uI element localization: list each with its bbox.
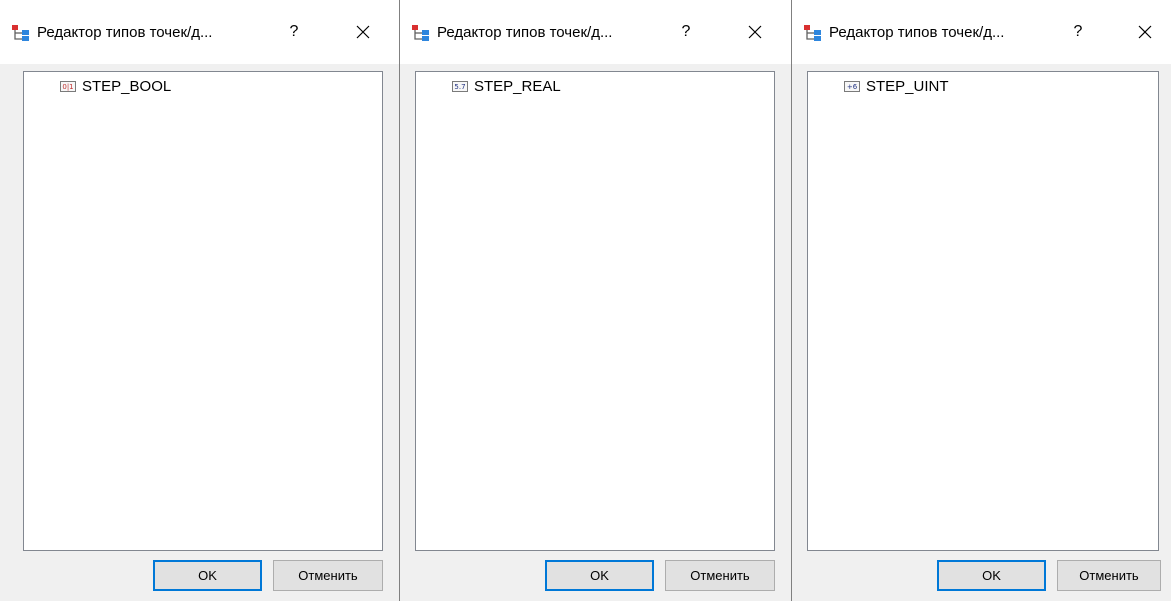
cancel-button[interactable]: Отменить [665,560,775,591]
tree-item-label: STEP_REAL [474,78,561,95]
dialog-uint: Редактор типов точек/д... ? +6 STEP_UINT… [792,0,1171,601]
dialog-real: Редактор типов точек/д... ? 5.7 STEP_REA… [400,0,791,601]
title-bar[interactable]: Редактор типов точек/д... ? [0,0,399,64]
cancel-button[interactable]: Отменить [1057,560,1161,591]
close-icon [748,25,762,39]
help-button[interactable]: ? [672,20,700,44]
cancel-button[interactable]: Отменить [273,560,383,591]
close-button[interactable] [346,18,380,46]
close-button[interactable] [1128,18,1162,46]
tree-item-step-bool[interactable]: 0|1 STEP_BOOL [60,78,171,95]
type-tree[interactable]: 5.7 STEP_REAL [415,71,775,551]
close-button[interactable] [738,18,772,46]
help-button[interactable]: ? [1064,20,1092,44]
window-title: Редактор типов точек/д... [829,24,1005,41]
close-icon [356,25,370,39]
ok-button[interactable]: OK [545,560,654,591]
tree-item-label: STEP_UINT [866,78,949,95]
tree-item-step-real[interactable]: 5.7 STEP_REAL [452,78,561,95]
help-button[interactable]: ? [280,20,308,44]
title-bar[interactable]: Редактор типов точек/д... ? [792,0,1171,64]
type-editor-app-icon [12,25,29,41]
type-editor-app-icon [412,25,429,41]
type-editor-app-icon [804,25,821,41]
dialog-bool: Редактор типов точек/д... ? 0|1 STEP_BOO… [0,0,399,601]
window-title: Редактор типов точек/д... [37,24,213,41]
ok-button[interactable]: OK [153,560,262,591]
uint-type-icon: +6 [844,81,860,92]
tree-item-step-uint[interactable]: +6 STEP_UINT [844,78,949,95]
close-icon [1138,25,1152,39]
type-tree[interactable]: +6 STEP_UINT [807,71,1159,551]
title-bar[interactable]: Редактор типов точек/д... ? [400,0,791,64]
tree-item-label: STEP_BOOL [82,78,172,95]
real-type-icon: 5.7 [452,81,468,92]
bool-type-icon: 0|1 [60,81,76,92]
window-title: Редактор типов точек/д... [437,24,613,41]
type-tree[interactable]: 0|1 STEP_BOOL [23,71,383,551]
ok-button[interactable]: OK [937,560,1046,591]
